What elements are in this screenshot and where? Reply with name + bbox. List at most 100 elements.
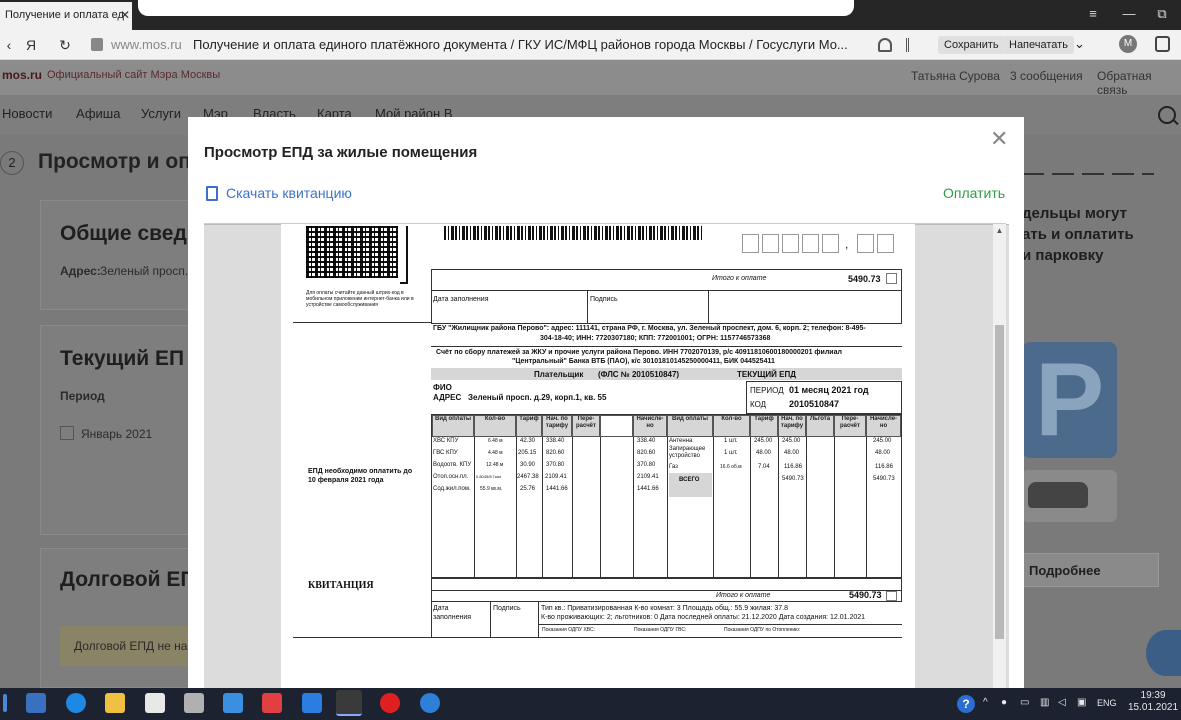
table-cell: 1441.66 xyxy=(637,486,659,492)
rule xyxy=(538,624,902,625)
period-value[interactable]: Январь 2021 xyxy=(81,427,152,441)
pay-link[interactable]: Оплатить xyxy=(943,185,1005,201)
url-page-title[interactable]: Получение и оплата единого платёжного до… xyxy=(193,36,848,54)
current-epd-title: Текущий ЕП xyxy=(60,347,185,370)
nav-news[interactable]: Новости xyxy=(2,106,52,121)
search-icon[interactable] xyxy=(1158,106,1176,124)
scroll-up-icon[interactable]: ▲ xyxy=(993,226,1006,238)
address-value: Зеленый просп. xyxy=(100,264,189,278)
rule xyxy=(866,437,867,578)
rule xyxy=(431,602,432,637)
close-icon[interactable]: ✕ xyxy=(990,128,1008,150)
payer-label: Плательщик xyxy=(534,370,584,379)
header-left-charged: Начисле-но xyxy=(633,415,667,437)
yandex-browser-icon[interactable] xyxy=(262,693,282,713)
header-left-tariff: Тариф xyxy=(516,415,542,437)
top-total-label: Итого к оплате xyxy=(712,275,767,282)
dropbox-icon[interactable] xyxy=(302,693,322,713)
rule xyxy=(516,437,517,578)
nav-afisha[interactable]: Афиша xyxy=(76,106,120,121)
restore-icon[interactable]: ⧉ xyxy=(1151,4,1173,24)
clock[interactable]: 19:39 15.01.2021 xyxy=(1128,690,1178,714)
chat-icon[interactable] xyxy=(1146,630,1181,676)
language-indicator[interactable]: ENG xyxy=(1097,698,1117,708)
header-right-by-tariff: Нач. по тарифу xyxy=(778,415,806,437)
table-row: ХВС КПУ xyxy=(433,438,459,444)
table-cell: 12.48 м xyxy=(486,462,504,468)
chevron-down-icon[interactable]: ⌄ xyxy=(1074,36,1085,52)
site-logo-subtitle: Официальный сайт Мэра Москвы xyxy=(47,69,221,81)
notes-icon[interactable] xyxy=(184,693,204,713)
table-cell: 2109.41 xyxy=(545,474,567,480)
debt-epd-title: Долговой ЕП xyxy=(60,568,196,591)
period-checkbox[interactable] xyxy=(60,426,74,440)
save-button[interactable]: Сохранить xyxy=(938,36,1005,54)
more-button[interactable]: Подробнее xyxy=(1022,553,1159,587)
date-fill-label: Дата заполнения xyxy=(433,296,489,303)
mail-icon[interactable] xyxy=(223,693,243,713)
chevron-up-icon[interactable]: ^ xyxy=(983,697,988,708)
table-cell: 116.86 xyxy=(784,464,802,470)
table-row: Газ xyxy=(669,464,678,470)
table-cell: 48.00 xyxy=(756,450,772,456)
back-icon[interactable]: ‹ xyxy=(2,34,16,56)
pdf-file-icon[interactable] xyxy=(206,186,218,201)
account-line-2: "Центральный" Банка ВТБ (ПАО), к/с 30101… xyxy=(512,358,775,365)
avatar[interactable]: M xyxy=(1119,35,1137,53)
print-button[interactable]: Напечатать xyxy=(1003,36,1074,54)
table-cell: 5490.73 xyxy=(873,476,895,482)
table-cell: 820.60 xyxy=(546,450,565,456)
header-left-qty: Кол-во xyxy=(474,415,516,437)
table-cell: 0.8045/8 Гкал xyxy=(476,474,502,479)
digit-box xyxy=(762,234,779,253)
digit-box xyxy=(802,234,819,253)
general-info-card xyxy=(40,200,190,310)
mic-icon[interactable]: ● xyxy=(1001,697,1007,708)
explorer-icon[interactable] xyxy=(26,693,46,713)
scroll-thumb[interactable] xyxy=(995,325,1004,639)
table-row: Запирающее устройство xyxy=(669,446,706,459)
table-cell: 7.04 xyxy=(758,464,770,470)
network-icon[interactable]: ▥ xyxy=(1040,697,1049,708)
address-value: Зеленый просп. д.29, корп.1, кв. 55 xyxy=(468,393,607,402)
total-label: ВСЕГО xyxy=(679,477,700,483)
tab-close-icon[interactable]: ✕ xyxy=(118,2,132,28)
store-icon[interactable] xyxy=(145,693,165,713)
url-host[interactable]: www.mos.ru xyxy=(111,36,182,54)
reload-icon[interactable]: ↻ xyxy=(56,34,74,56)
volume-icon[interactable]: ◁ xyxy=(1058,697,1066,708)
yandex-active-icon[interactable] xyxy=(336,690,362,716)
folder-icon[interactable] xyxy=(105,693,125,713)
bottom-date-label: Дата заполнения xyxy=(433,605,472,621)
user-name[interactable]: Татьяна Сурова xyxy=(911,69,1000,83)
table-cell: 55.9 кв.м. xyxy=(480,486,503,492)
start-icon[interactable] xyxy=(3,694,7,712)
battery-icon[interactable]: ▭ xyxy=(1020,697,1029,708)
yandex-icon[interactable]: Я xyxy=(22,34,40,56)
browser-menu-icon[interactable]: ≡ xyxy=(1082,4,1104,24)
headphones-icon[interactable] xyxy=(878,38,892,52)
digit-box xyxy=(822,234,839,253)
digit-box xyxy=(857,234,874,253)
site-logo[interactable]: mos.ru xyxy=(2,68,42,82)
extensions-icon[interactable] xyxy=(1155,36,1170,52)
qr-frame xyxy=(400,226,408,284)
edge-icon[interactable] xyxy=(66,693,86,713)
rule xyxy=(587,290,588,324)
minimize-icon[interactable]: — xyxy=(1118,4,1140,24)
notifications-icon[interactable]: ▣ xyxy=(1077,697,1086,708)
browser-tab[interactable]: Получение и оплата ед xyxy=(0,2,132,30)
app-icon[interactable] xyxy=(420,693,440,713)
car-icon xyxy=(1028,482,1088,508)
nav-services[interactable]: Услуги xyxy=(141,106,181,121)
rule xyxy=(778,437,779,578)
download-receipt-link[interactable]: Скачать квитанцию xyxy=(226,185,352,201)
reader-icon[interactable] xyxy=(906,38,920,52)
rule xyxy=(538,602,539,637)
opera-icon[interactable] xyxy=(380,693,400,713)
help-icon[interactable]: ? xyxy=(957,695,975,713)
feedback-link[interactable]: Обратная связь xyxy=(1097,69,1181,97)
modal-title: Просмотр ЕПД за жилые помещения xyxy=(204,144,478,161)
table-row: Сод.жил.пом. xyxy=(433,486,471,492)
messages-link[interactable]: 3 сообщения xyxy=(1010,69,1083,83)
